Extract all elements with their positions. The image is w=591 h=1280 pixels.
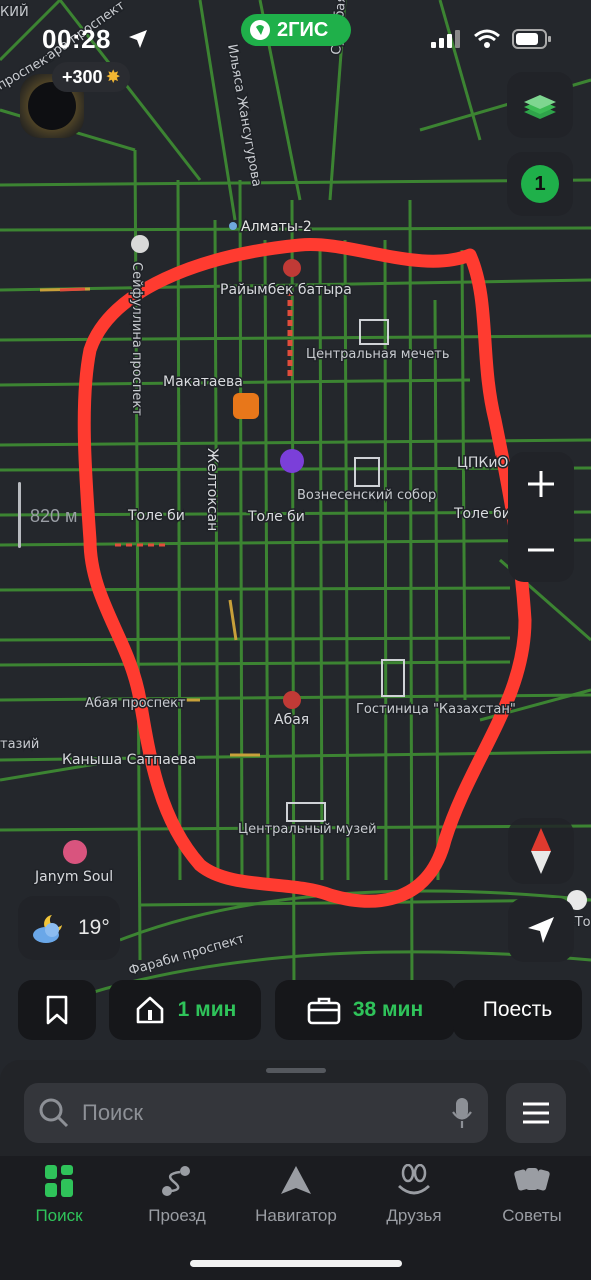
tab-label: Проезд	[148, 1206, 206, 1225]
map-label-tole-bi-east: Толе би	[453, 506, 511, 522]
quick-actions: 1 мин 38 мин Поесть	[18, 980, 582, 1040]
sparkle-icon: ✸	[106, 69, 120, 86]
station-dot-icon	[229, 222, 237, 230]
layers-icon	[524, 95, 556, 119]
map-label-tole-bi-west: Толе би	[127, 508, 185, 524]
weather-temp: 19°	[78, 916, 110, 939]
tab-tips[interactable]: Советы	[477, 1164, 587, 1226]
map-label-tazy: тазий	[0, 737, 39, 752]
tab-search[interactable]: Поиск	[4, 1164, 114, 1226]
friends-icon	[398, 1164, 430, 1195]
home-route-time: 1 мин	[177, 998, 237, 1021]
search-input[interactable]: Поиск	[24, 1083, 488, 1143]
janym-poi-icon[interactable]	[63, 840, 87, 864]
map-label-kanysh: Каныша Сатпаева	[62, 752, 196, 768]
compass-icon	[531, 828, 551, 874]
zoom-in-button[interactable]	[508, 452, 574, 516]
navigator-icon	[281, 1166, 311, 1194]
map-label-abai-prospect: Абая проспект	[85, 696, 186, 711]
scale-label: 820 м	[30, 506, 78, 526]
map-label-museum: Центральный музей	[238, 822, 377, 837]
briefcase-poi-icon[interactable]	[233, 393, 259, 419]
cellular-signal-icon	[431, 30, 460, 48]
work-route-button[interactable]: 38 мин	[275, 980, 455, 1040]
cards-icon	[514, 1168, 550, 1191]
search-icon	[39, 1098, 69, 1128]
layers-button[interactable]	[507, 72, 573, 138]
zoom-controls	[508, 452, 574, 582]
tab-route[interactable]: Проезд	[122, 1164, 232, 1226]
notifications-button[interactable]: 1	[507, 152, 573, 216]
map-label-zheltoksan: Желтоксан	[204, 448, 220, 531]
briefcase-icon	[307, 997, 341, 1025]
compass-button[interactable]	[508, 818, 574, 884]
menu-button[interactable]	[506, 1083, 566, 1143]
home-indicator	[190, 1260, 402, 1267]
wifi-icon	[474, 29, 500, 48]
brand-pill[interactable]: 2ГИС	[241, 14, 351, 46]
map-label-hotel: Гостиница "Казахстан"	[356, 702, 516, 717]
home-icon	[136, 996, 163, 1024]
map-label-raimbek: Райымбек батыра	[220, 282, 352, 298]
weather-widget[interactable]: 19°	[18, 896, 120, 960]
map-label-makataev: Макатаева	[163, 374, 243, 390]
map-label-seifullin: Сейфуллина проспект	[129, 262, 144, 416]
tab-label: Друзья	[386, 1206, 442, 1225]
home-route-button[interactable]: 1 мин	[109, 980, 261, 1040]
microphone-icon[interactable]	[452, 1097, 472, 1129]
chat-bubble-icon[interactable]	[131, 235, 149, 253]
route-icon	[162, 1166, 190, 1196]
brand-logo-icon	[250, 20, 270, 40]
tab-label: Поиск	[35, 1206, 83, 1225]
grid-icon	[45, 1165, 73, 1197]
tab-label: Навигатор	[255, 1206, 337, 1225]
clock: 00:28	[42, 24, 111, 54]
search-placeholder: Поиск	[82, 1100, 143, 1125]
night-cloud-icon	[33, 915, 62, 943]
sheet-grabber[interactable]	[266, 1068, 326, 1073]
work-route-time: 38 мин	[352, 998, 424, 1021]
points-value: +300	[62, 66, 103, 87]
scale-bar	[18, 482, 21, 548]
plus-icon	[528, 471, 554, 497]
tab-label: Советы	[502, 1206, 562, 1225]
minus-icon	[528, 548, 554, 552]
tab-navigator[interactable]: Навигатор	[241, 1164, 351, 1226]
metro-marker-raimbek[interactable]	[283, 259, 301, 277]
map-label-mosque: Центральная мечеть	[306, 347, 450, 362]
eat-label: Поесть	[482, 998, 553, 1021]
notification-count: 1	[521, 165, 559, 203]
eat-button[interactable]: Поесть	[453, 980, 582, 1040]
bookmarks-button[interactable]	[18, 980, 96, 1040]
map-label-janym: Janym Soul	[34, 869, 113, 885]
tab-friends[interactable]: Друзья	[359, 1164, 469, 1226]
metro-marker-abai[interactable]	[283, 691, 301, 709]
system-icons	[430, 28, 552, 50]
map-label-tole-bi-center: Толе би	[247, 509, 305, 525]
brand-name: 2ГИС	[277, 18, 329, 41]
map-label-almaty2: Алматы-2	[241, 219, 312, 235]
location-arrow-icon	[129, 30, 147, 48]
my-location-button[interactable]	[508, 898, 574, 962]
bookmark-icon	[46, 995, 68, 1025]
map-label-abai-station: Абая	[274, 712, 309, 728]
zoom-out-button[interactable]	[508, 518, 574, 582]
battery-icon	[512, 29, 551, 49]
map-label-cathedral: Вознесенский собор	[297, 488, 436, 503]
navigation-arrow-icon	[528, 917, 554, 943]
v-logo-poi-icon[interactable]	[280, 449, 304, 473]
points-badge[interactable]: +300 ✸	[52, 62, 130, 92]
hamburger-icon	[523, 1102, 549, 1124]
map-label-tspkio: ЦПКиО	[457, 455, 508, 471]
